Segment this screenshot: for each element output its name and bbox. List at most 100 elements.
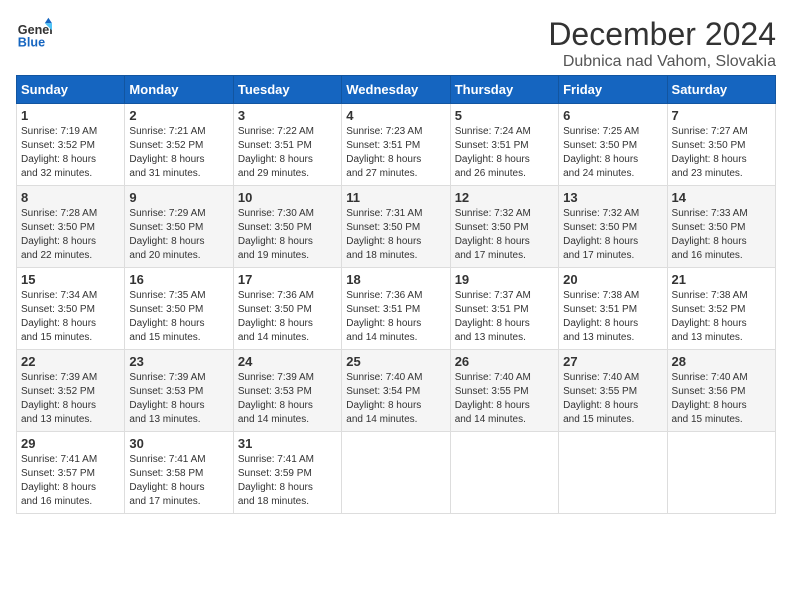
day-details: Sunrise: 7:27 AM Sunset: 3:50 PM Dayligh…	[672, 125, 771, 181]
day-details: Sunrise: 7:28 AM Sunset: 3:50 PM Dayligh…	[21, 207, 120, 263]
day-details: Sunrise: 7:32 AM Sunset: 3:50 PM Dayligh…	[455, 207, 554, 263]
day-details: Sunrise: 7:29 AM Sunset: 3:50 PM Dayligh…	[129, 207, 228, 263]
day-details: Sunrise: 7:19 AM Sunset: 3:52 PM Dayligh…	[21, 125, 120, 181]
table-cell: 26 Sunrise: 7:40 AM Sunset: 3:55 PM Dayli…	[450, 350, 558, 432]
day-details: Sunrise: 7:25 AM Sunset: 3:50 PM Dayligh…	[563, 125, 662, 181]
day-details: Sunrise: 7:22 AM Sunset: 3:51 PM Dayligh…	[238, 125, 337, 181]
col-saturday: Saturday	[667, 76, 775, 104]
calendar-row: 1 Sunrise: 7:19 AM Sunset: 3:52 PM Daylig…	[17, 104, 776, 186]
day-number: 7	[672, 108, 771, 123]
day-number: 11	[346, 190, 445, 205]
day-number: 13	[563, 190, 662, 205]
table-cell: 12 Sunrise: 7:32 AM Sunset: 3:50 PM Dayli…	[450, 186, 558, 268]
table-cell: 30 Sunrise: 7:41 AM Sunset: 3:58 PM Dayli…	[125, 432, 233, 514]
col-thursday: Thursday	[450, 76, 558, 104]
table-cell: 5 Sunrise: 7:24 AM Sunset: 3:51 PM Daylig…	[450, 104, 558, 186]
table-cell: 21 Sunrise: 7:38 AM Sunset: 3:52 PM Dayli…	[667, 268, 775, 350]
day-number: 28	[672, 354, 771, 369]
table-cell: 8Sunrise: 7:28 AM Sunset: 3:50 PM Daylig…	[17, 186, 125, 268]
day-number: 21	[672, 272, 771, 287]
day-details: Sunrise: 7:39 AM Sunset: 3:52 PM Dayligh…	[21, 371, 120, 427]
day-number: 6	[563, 108, 662, 123]
day-details: Sunrise: 7:40 AM Sunset: 3:55 PM Dayligh…	[455, 371, 554, 427]
day-details: Sunrise: 7:41 AM Sunset: 3:58 PM Dayligh…	[129, 453, 228, 509]
day-number: 5	[455, 108, 554, 123]
calendar-row: 8Sunrise: 7:28 AM Sunset: 3:50 PM Daylig…	[17, 186, 776, 268]
table-cell: 18Sunrise: 7:36 AM Sunset: 3:51 PM Dayli…	[342, 268, 450, 350]
table-cell: 13 Sunrise: 7:32 AM Sunset: 3:50 PM Dayli…	[559, 186, 667, 268]
table-cell	[559, 432, 667, 514]
day-number: 1	[21, 108, 120, 123]
day-details: Sunrise: 7:40 AM Sunset: 3:56 PM Dayligh…	[672, 371, 771, 427]
day-details: Sunrise: 7:35 AM Sunset: 3:50 PM Dayligh…	[129, 289, 228, 345]
table-cell: 24 Sunrise: 7:39 AM Sunset: 3:53 PM Dayli…	[233, 350, 341, 432]
day-number: 26	[455, 354, 554, 369]
day-details: Sunrise: 7:36 AM Sunset: 3:51 PM Dayligh…	[346, 289, 445, 345]
day-details: Sunrise: 7:38 AM Sunset: 3:52 PM Dayligh…	[672, 289, 771, 345]
day-number: 3	[238, 108, 337, 123]
col-wednesday: Wednesday	[342, 76, 450, 104]
header-row: Sunday Monday Tuesday Wednesday Thursday…	[17, 76, 776, 104]
day-number: 29	[21, 436, 120, 451]
month-title: December 2024	[548, 16, 776, 53]
day-number: 16	[129, 272, 228, 287]
calendar-row: 22Sunrise: 7:39 AM Sunset: 3:52 PM Dayli…	[17, 350, 776, 432]
table-cell: 15Sunrise: 7:34 AM Sunset: 3:50 PM Dayli…	[17, 268, 125, 350]
day-details: Sunrise: 7:41 AM Sunset: 3:57 PM Dayligh…	[21, 453, 120, 509]
table-cell: 4 Sunrise: 7:23 AM Sunset: 3:51 PM Daylig…	[342, 104, 450, 186]
table-cell: 1 Sunrise: 7:19 AM Sunset: 3:52 PM Daylig…	[17, 104, 125, 186]
day-details: Sunrise: 7:23 AM Sunset: 3:51 PM Dayligh…	[346, 125, 445, 181]
location-title: Dubnica nad Vahom, Slovakia	[548, 53, 776, 71]
col-friday: Friday	[559, 76, 667, 104]
day-number: 30	[129, 436, 228, 451]
day-number: 31	[238, 436, 337, 451]
table-cell	[342, 432, 450, 514]
table-cell: 16 Sunrise: 7:35 AM Sunset: 3:50 PM Dayli…	[125, 268, 233, 350]
logo: General Blue	[16, 16, 52, 52]
table-cell: 3 Sunrise: 7:22 AM Sunset: 3:51 PM Daylig…	[233, 104, 341, 186]
table-cell	[667, 432, 775, 514]
table-cell: 7 Sunrise: 7:27 AM Sunset: 3:50 PM Daylig…	[667, 104, 775, 186]
table-cell: 20 Sunrise: 7:38 AM Sunset: 3:51 PM Dayli…	[559, 268, 667, 350]
day-number: 4	[346, 108, 445, 123]
table-cell: 29 Sunrise: 7:41 AM Sunset: 3:57 PM Dayli…	[17, 432, 125, 514]
day-number: 20	[563, 272, 662, 287]
col-tuesday: Tuesday	[233, 76, 341, 104]
day-details: Sunrise: 7:40 AM Sunset: 3:55 PM Dayligh…	[563, 371, 662, 427]
day-number: 24	[238, 354, 337, 369]
day-number: 2	[129, 108, 228, 123]
table-cell: 2 Sunrise: 7:21 AM Sunset: 3:52 PM Daylig…	[125, 104, 233, 186]
col-monday: Monday	[125, 76, 233, 104]
day-number: 23	[129, 354, 228, 369]
day-number: 12	[455, 190, 554, 205]
day-number: 17	[238, 272, 337, 287]
table-cell: 6 Sunrise: 7:25 AM Sunset: 3:50 PM Daylig…	[559, 104, 667, 186]
table-cell: 27 Sunrise: 7:40 AM Sunset: 3:55 PM Dayli…	[559, 350, 667, 432]
table-cell	[450, 432, 558, 514]
day-number: 10	[238, 190, 337, 205]
day-details: Sunrise: 7:39 AM Sunset: 3:53 PM Dayligh…	[238, 371, 337, 427]
logo-icon: General Blue	[16, 16, 52, 52]
day-details: Sunrise: 7:24 AM Sunset: 3:51 PM Dayligh…	[455, 125, 554, 181]
table-cell: 10Sunrise: 7:30 AM Sunset: 3:50 PM Dayli…	[233, 186, 341, 268]
day-details: Sunrise: 7:31 AM Sunset: 3:50 PM Dayligh…	[346, 207, 445, 263]
table-cell: 19Sunrise: 7:37 AM Sunset: 3:51 PM Dayli…	[450, 268, 558, 350]
calendar-row: 29 Sunrise: 7:41 AM Sunset: 3:57 PM Dayli…	[17, 432, 776, 514]
day-details: Sunrise: 7:41 AM Sunset: 3:59 PM Dayligh…	[238, 453, 337, 509]
day-details: Sunrise: 7:36 AM Sunset: 3:50 PM Dayligh…	[238, 289, 337, 345]
day-number: 25	[346, 354, 445, 369]
table-cell: 14 Sunrise: 7:33 AM Sunset: 3:50 PM Dayli…	[667, 186, 775, 268]
day-number: 19	[455, 272, 554, 287]
table-cell: 11 Sunrise: 7:31 AM Sunset: 3:50 PM Dayli…	[342, 186, 450, 268]
header: General Blue December 2024 Dubnica nad V…	[16, 16, 776, 71]
day-details: Sunrise: 7:38 AM Sunset: 3:51 PM Dayligh…	[563, 289, 662, 345]
table-cell: 31 Sunrise: 7:41 AM Sunset: 3:59 PM Dayli…	[233, 432, 341, 514]
svg-text:Blue: Blue	[18, 36, 45, 50]
table-cell: 23Sunrise: 7:39 AM Sunset: 3:53 PM Dayli…	[125, 350, 233, 432]
calendar-row: 15Sunrise: 7:34 AM Sunset: 3:50 PM Dayli…	[17, 268, 776, 350]
day-number: 14	[672, 190, 771, 205]
day-details: Sunrise: 7:32 AM Sunset: 3:50 PM Dayligh…	[563, 207, 662, 263]
day-details: Sunrise: 7:33 AM Sunset: 3:50 PM Dayligh…	[672, 207, 771, 263]
day-details: Sunrise: 7:21 AM Sunset: 3:52 PM Dayligh…	[129, 125, 228, 181]
day-number: 27	[563, 354, 662, 369]
